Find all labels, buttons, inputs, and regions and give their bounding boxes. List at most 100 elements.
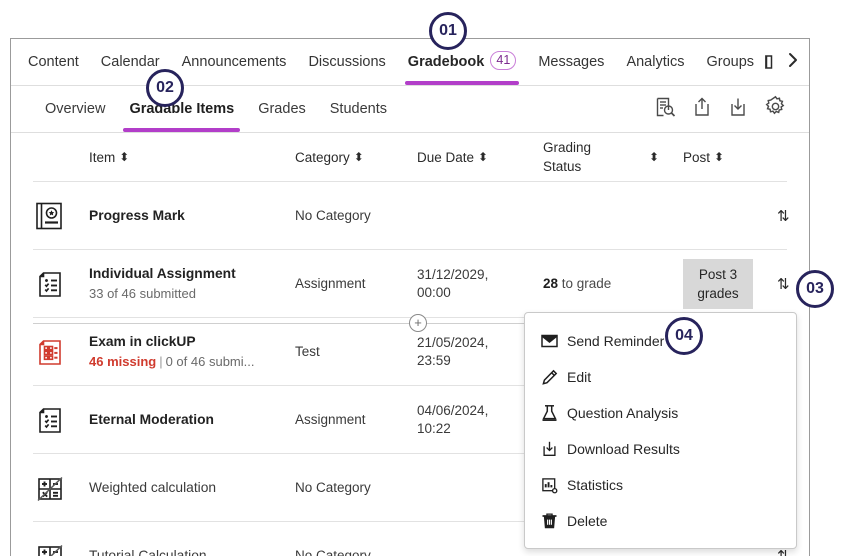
active-subtab-underline (123, 128, 241, 132)
context-menu-item-delete[interactable]: Delete (525, 503, 796, 539)
step-badge-01: 01 (429, 12, 467, 50)
row-category: No Category (295, 547, 371, 556)
row-post-cell: Post 3 grades (683, 258, 777, 309)
course-nav-item-content[interactable]: Content (17, 39, 90, 85)
item-title[interactable]: Eternal Moderation (89, 411, 295, 429)
subnav-item-overview[interactable]: Overview (33, 86, 117, 132)
header-grading-status[interactable]: Grading Status (543, 138, 649, 176)
course-nav-item-gradebook[interactable]: Gradebook 41 (397, 39, 528, 85)
context-menu-item-download-results[interactable]: Download Results (525, 431, 796, 467)
context-menu-label: Delete (567, 513, 608, 529)
header-item[interactable]: Item ⬍ (89, 150, 295, 165)
subnav-label: Students (329, 101, 388, 117)
sort-icon[interactable]: ⬍ (714, 151, 724, 163)
item-title[interactable]: Individual Assignment (89, 265, 295, 283)
item-title[interactable]: Tutorial Calculation (89, 547, 295, 556)
table-header-row: Item ⬍ Category ⬍ Due Date ⬍ Grading Sta… (33, 133, 787, 181)
books-icon[interactable] (765, 53, 776, 71)
gradebook-subnav: Overview Gradable Items Grades Students (11, 86, 809, 133)
upload-icon[interactable] (692, 96, 712, 123)
subnav-label: Grades (258, 101, 306, 117)
envelope-icon (541, 334, 567, 348)
step-badge-02: 02 (146, 69, 184, 107)
calculation-icon (33, 539, 89, 556)
chevron-right-icon[interactable] (786, 51, 800, 74)
grading-status-text: to grade (558, 276, 612, 291)
due-date-date: 31/12/2029, (417, 266, 489, 282)
header-post-label: Post (683, 149, 711, 165)
subnav-item-grades[interactable]: Grades (246, 86, 318, 132)
row-reorder-icon[interactable]: ⇅ (777, 207, 809, 225)
course-nav-label: Calendar (100, 54, 160, 70)
context-menu-item-statistics[interactable]: Statistics (525, 467, 796, 503)
context-menu-item-send-reminder[interactable]: Send Reminder (525, 323, 796, 359)
course-nav-label: Announcements (181, 54, 287, 70)
row-category: No Category (295, 479, 371, 495)
post-grades-button[interactable]: Post 3 grades (683, 258, 753, 309)
header-category-label: Category (295, 149, 350, 165)
add-row-icon[interactable]: + (409, 314, 427, 332)
screenshot-root: Content Calendar Announcements Discussio… (0, 0, 846, 556)
statistics-icon (541, 477, 567, 494)
context-menu-label: Edit (567, 369, 592, 385)
course-nav-label: Content (28, 54, 79, 70)
header-grading-status-label: Grading Status (543, 140, 592, 174)
item-title[interactable]: Progress Mark (89, 207, 295, 225)
course-nav-label: Gradebook (407, 54, 485, 70)
header-due-date[interactable]: Due Date ⬍ (417, 150, 543, 165)
due-date-time: 00:00 (417, 284, 451, 300)
item-title[interactable]: Weighted calculation (89, 479, 295, 497)
course-nav-label: Analytics (626, 54, 685, 70)
header-post[interactable]: Post ⬍ (683, 150, 777, 165)
course-nav-item-messages[interactable]: Messages (527, 39, 615, 85)
context-menu-label: Send Reminder (567, 333, 665, 349)
calculation-icon (33, 471, 89, 505)
course-nav-overflow-area (765, 51, 809, 74)
row-grading-status: 28 to grade (543, 276, 649, 291)
context-menu-item-edit[interactable]: Edit (525, 359, 796, 395)
sort-icon[interactable]: ⬍ (354, 151, 364, 163)
missing-count: 46 missing (89, 353, 157, 369)
context-menu-label: Statistics (567, 477, 624, 493)
row-category: Assignment (295, 275, 366, 291)
course-nav-item-analytics[interactable]: Analytics (615, 39, 695, 85)
header-grading-status-sort[interactable]: ⬍ (649, 151, 683, 163)
course-nav-label: Groups (706, 54, 755, 70)
sort-icon[interactable]: ⬍ (119, 151, 129, 163)
course-nav-item-discussions[interactable]: Discussions (297, 39, 396, 85)
sort-icon[interactable]: ⬍ (649, 151, 659, 163)
item-title[interactable]: Exam in clickUP (89, 333, 295, 351)
trash-icon (541, 512, 567, 530)
course-nav-label: Messages (538, 54, 605, 70)
course-nav-item-announcements[interactable]: Announcements (171, 39, 298, 85)
course-nav-item-groups[interactable]: Groups (695, 39, 765, 85)
gear-icon[interactable] (764, 95, 787, 123)
document-search-icon[interactable] (654, 96, 676, 123)
row-item-cell: Progress Mark (89, 207, 295, 225)
sort-icon[interactable]: ⬍ (478, 151, 488, 163)
context-menu-label: Download Results (567, 441, 680, 457)
pencil-icon (541, 369, 567, 386)
step-badge-03: 03 (796, 270, 834, 308)
context-menu-item-question-analysis[interactable]: Question Analysis (525, 395, 796, 431)
subnav-label: Overview (45, 101, 106, 117)
table-row[interactable]: Progress Mark No Category ⇅ ••• (33, 181, 790, 249)
progress-mark-book-icon (33, 199, 89, 233)
download-icon (541, 440, 567, 458)
download-icon[interactable] (728, 96, 748, 123)
separator: | (159, 353, 163, 369)
row-item-cell: Exam in clickUP 46 missing | 0 of 46 submi… (89, 333, 295, 371)
row-category: Test (295, 343, 320, 359)
step-badge-04: 04 (665, 317, 703, 355)
course-nav: Content Calendar Announcements Discussio… (11, 39, 809, 86)
row-category: No Category (295, 207, 371, 223)
row-item-cell: Eternal Moderation (89, 411, 295, 429)
course-nav-label: Discussions (308, 54, 386, 70)
item-submission-status: 46 missing | 0 of 46 submi... (89, 353, 295, 371)
subnav-item-students[interactable]: Students (318, 86, 399, 132)
gradebook-count-badge: 41 (490, 51, 517, 70)
row-item-cell: Tutorial Calculation (89, 547, 295, 556)
subnav-toolbar (654, 95, 809, 123)
table-row[interactable]: Individual Assignment 33 of 46 submitted… (33, 249, 790, 317)
header-category[interactable]: Category ⬍ (295, 150, 417, 165)
